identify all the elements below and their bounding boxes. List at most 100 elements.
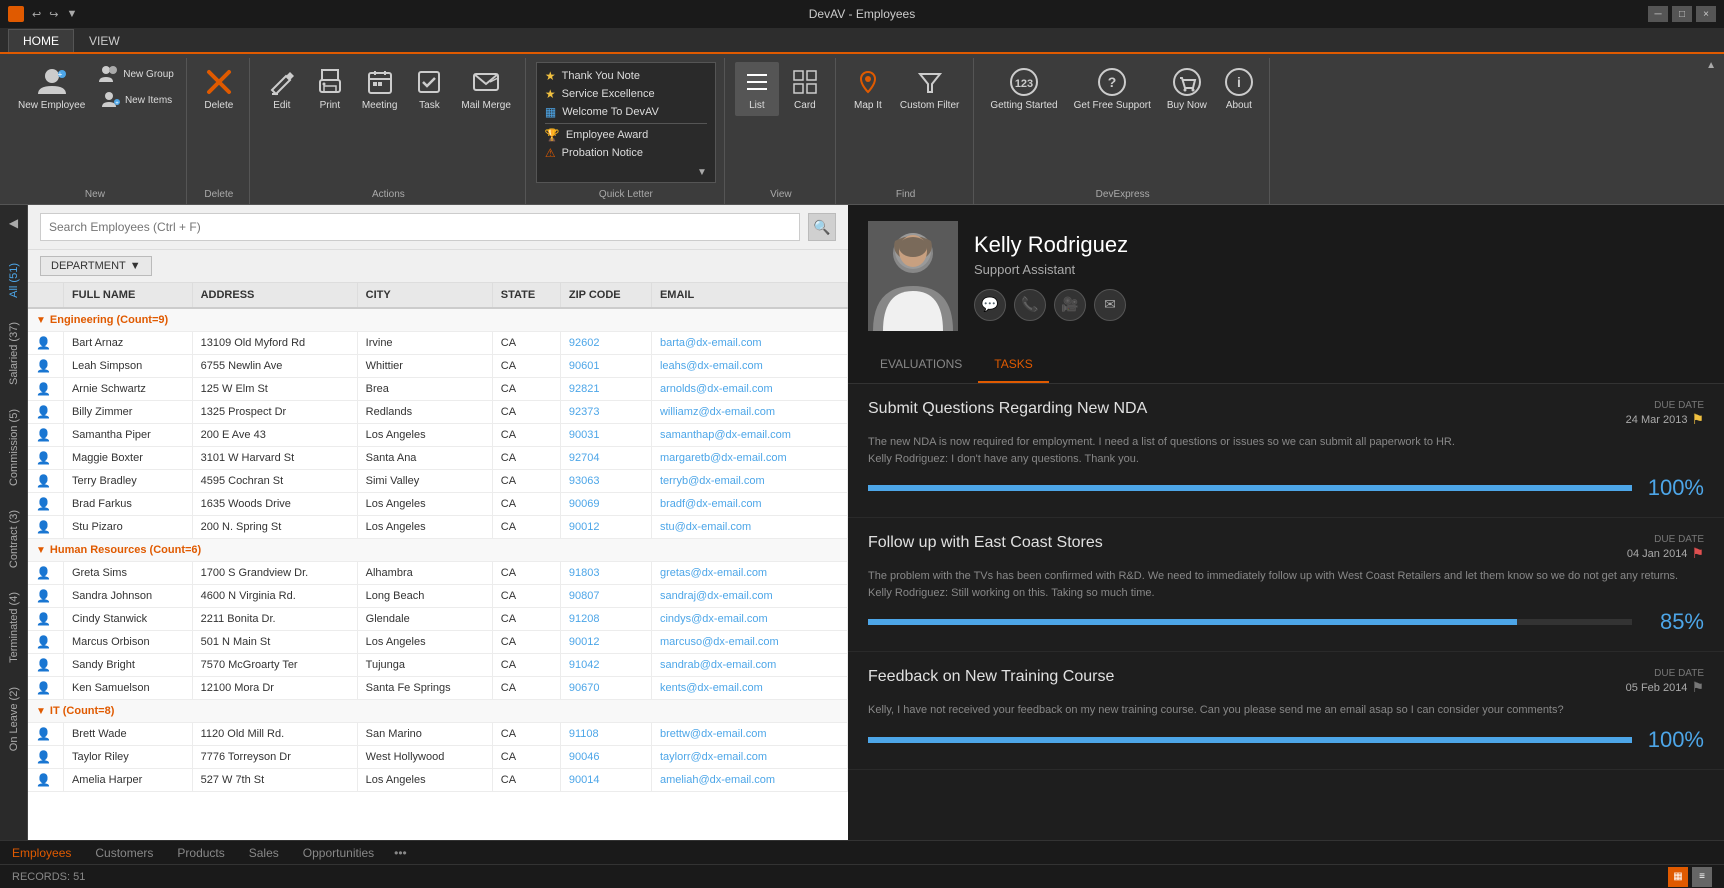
table-row[interactable]: 👤 Leah Simpson 6755 Newlin Ave Whittier … (28, 355, 848, 378)
table-row[interactable]: 👤 Bart Arnaz 13109 Old Myford Rd Irvine … (28, 332, 848, 355)
ribbon-collapse-button[interactable]: ▲ (1702, 58, 1720, 73)
ql-dropdown-arrow[interactable]: ▼ (545, 162, 707, 178)
sidebar-filter-contract[interactable]: Contract (3) (6, 504, 22, 574)
table-row[interactable]: 👤 Greta Sims 1700 S Grandview Dr. Alhamb… (28, 562, 848, 585)
email-link[interactable]: marcuso@dx-email.com (660, 636, 779, 648)
email-link[interactable]: brettw@dx-email.com (660, 728, 767, 740)
zip-link[interactable]: 92821 (569, 383, 600, 395)
service-excellence-item[interactable]: ★ Service Excellence (545, 85, 707, 103)
table-group-row[interactable]: ▼Engineering (Count=9) (28, 308, 848, 332)
email-link[interactable]: sandraj@dx-email.com (660, 590, 773, 602)
zip-link[interactable]: 92602 (569, 337, 600, 349)
tab-evaluations[interactable]: EVALUATIONS (864, 347, 978, 383)
email-link[interactable]: samanthap@dx-email.com (660, 429, 791, 441)
sidebar-filter-all[interactable]: All (51) (6, 257, 22, 304)
email-link[interactable]: ameliah@dx-email.com (660, 774, 775, 786)
zip-link[interactable]: 90014 (569, 774, 600, 786)
zip-link[interactable]: 90807 (569, 590, 600, 602)
buy-now-button[interactable]: Buy Now (1161, 62, 1213, 116)
table-row[interactable]: 👤 Stu Pizaro 200 N. Spring St Los Angele… (28, 516, 848, 539)
custom-filter-button[interactable]: Custom Filter (894, 62, 965, 116)
table-row[interactable]: 👤 Brett Wade 1120 Old Mill Rd. San Marin… (28, 723, 848, 746)
email-button[interactable]: ✉ (1094, 289, 1126, 321)
table-row[interactable]: 👤 Samantha Piper 200 E Ave 43 Los Angele… (28, 424, 848, 447)
email-link[interactable]: arnolds@dx-email.com (660, 383, 773, 395)
thank-you-note-item[interactable]: ★ Thank You Note (545, 67, 707, 85)
zip-link[interactable]: 90069 (569, 498, 600, 510)
zip-link[interactable]: 90670 (569, 682, 600, 694)
table-row[interactable]: 👤 Brad Farkus 1635 Woods Drive Los Angel… (28, 493, 848, 516)
email-link[interactable]: terryb@dx-email.com (660, 475, 765, 487)
welcome-item[interactable]: ▦ Welcome To DevAV (545, 103, 707, 121)
list-view-button[interactable]: List (735, 62, 779, 116)
col-city-header[interactable]: CITY (357, 283, 492, 308)
getting-started-button[interactable]: 123 Getting Started (984, 62, 1063, 116)
zip-link[interactable]: 90601 (569, 360, 600, 372)
minimize-button[interactable]: ─ (1648, 6, 1668, 22)
zip-link[interactable]: 92704 (569, 452, 600, 464)
sidebar-collapse-button[interactable]: ◀ (4, 213, 24, 233)
call-button[interactable]: 📞 (1014, 289, 1046, 321)
chat-button[interactable]: 💬 (974, 289, 1006, 321)
zip-link[interactable]: 90031 (569, 429, 600, 441)
tab-opportunities[interactable]: Opportunities (299, 846, 378, 860)
table-group-row[interactable]: ▼Human Resources (Count=6) (28, 539, 848, 562)
table-row[interactable]: 👤 Sandra Johnson 4600 N Virginia Rd. Lon… (28, 585, 848, 608)
close-button[interactable]: × (1696, 6, 1716, 22)
table-row[interactable]: 👤 Terry Bradley 4595 Cochran St Simi Val… (28, 470, 848, 493)
table-row[interactable]: 👤 Billy Zimmer 1325 Prospect Dr Redlands… (28, 401, 848, 424)
email-link[interactable]: sandrab@dx-email.com (660, 659, 776, 671)
col-address-header[interactable]: ADDRESS (192, 283, 357, 308)
quick-access-redo[interactable]: ↪ (49, 8, 58, 21)
department-button[interactable]: DEPARTMENT ▼ (40, 256, 152, 276)
probation-notice-item[interactable]: ⚠ Probation Notice (545, 144, 707, 162)
about-button[interactable]: i About (1217, 62, 1261, 116)
map-it-button[interactable]: Map It (846, 62, 890, 116)
table-row[interactable]: 👤 Arnie Schwartz 125 W Elm St Brea CA 92… (28, 378, 848, 401)
email-link[interactable]: bradf@dx-email.com (660, 498, 762, 510)
tab-sales[interactable]: Sales (245, 846, 283, 860)
zip-link[interactable]: 90046 (569, 751, 600, 763)
email-link[interactable]: leahs@dx-email.com (660, 360, 763, 372)
zip-link[interactable]: 90012 (569, 636, 600, 648)
quick-access-down[interactable]: ▼ (66, 8, 77, 20)
print-button[interactable]: Print (308, 62, 352, 116)
new-group-button[interactable]: New Group (95, 62, 178, 86)
table-row[interactable]: 👤 Maggie Boxter 3101 W Harvard St Santa … (28, 447, 848, 470)
zip-link[interactable]: 92373 (569, 406, 600, 418)
video-button[interactable]: 🎥 (1054, 289, 1086, 321)
table-row[interactable]: 👤 Cindy Stanwick 2211 Bonita Dr. Glendal… (28, 608, 848, 631)
email-link[interactable]: gretas@dx-email.com (660, 567, 767, 579)
email-link[interactable]: williamz@dx-email.com (660, 406, 775, 418)
new-items-button[interactable]: + New Items (95, 88, 178, 112)
email-link[interactable]: stu@dx-email.com (660, 521, 751, 533)
sidebar-filter-terminated[interactable]: Terminated (4) (6, 586, 22, 669)
tab-customers[interactable]: Customers (91, 846, 157, 860)
tab-home[interactable]: HOME (8, 29, 74, 52)
email-link[interactable]: barta@dx-email.com (660, 337, 762, 349)
more-tabs-button[interactable]: ••• (394, 846, 407, 860)
tab-view[interactable]: VIEW (74, 29, 135, 52)
edit-button[interactable]: Edit (260, 62, 304, 116)
zip-link[interactable]: 91108 (569, 728, 599, 740)
search-button[interactable]: 🔍 (808, 213, 836, 241)
zip-link[interactable]: 91803 (569, 567, 600, 579)
mail-merge-button[interactable]: Mail Merge (455, 62, 516, 116)
zip-link[interactable]: 90012 (569, 521, 600, 533)
new-employee-button[interactable]: + New Employee (12, 62, 91, 116)
meeting-button[interactable]: Meeting (356, 62, 404, 116)
table-row[interactable]: 👤 Taylor Riley 7776 Torreyson Dr West Ho… (28, 746, 848, 769)
get-free-support-button[interactable]: ? Get Free Support (1068, 62, 1157, 116)
table-group-row[interactable]: ▼IT (Count=8) (28, 700, 848, 723)
tab-products[interactable]: Products (173, 846, 228, 860)
sidebar-filter-salaried[interactable]: Salaried (37) (6, 316, 22, 391)
table-row[interactable]: 👤 Ken Samuelson 12100 Mora Dr Santa Fe S… (28, 677, 848, 700)
email-link[interactable]: margaretb@dx-email.com (660, 452, 787, 464)
col-zip-header[interactable]: ZIP CODE (560, 283, 651, 308)
search-input[interactable] (40, 213, 800, 241)
col-fullname-header[interactable]: FULL NAME (63, 283, 192, 308)
table-row[interactable]: 👤 Amelia Harper 527 W 7th St Los Angeles… (28, 769, 848, 792)
zip-link[interactable]: 91208 (569, 613, 600, 625)
employee-award-item[interactable]: 🏆 Employee Award (545, 126, 707, 144)
sidebar-filter-on-leave[interactable]: On Leave (2) (6, 681, 22, 757)
